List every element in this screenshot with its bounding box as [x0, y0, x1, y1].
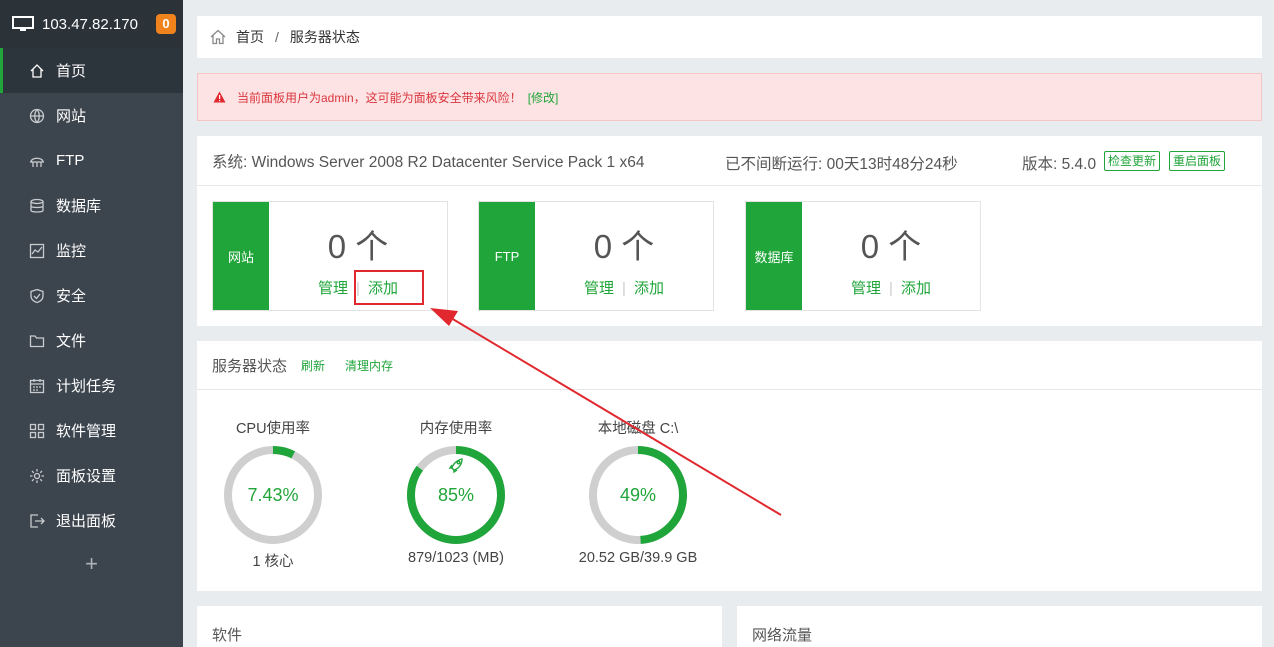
home-icon	[30, 63, 44, 78]
sidebar-item-monitor[interactable]: 监控	[0, 228, 183, 273]
memory-gauge-ring: 85%	[407, 446, 505, 544]
check-update-button[interactable]: 检查更新	[1104, 151, 1161, 171]
version-info: 版本: 5.4.0	[1022, 156, 1097, 173]
sidebar-item-files[interactable]: 文件	[0, 318, 183, 363]
sidebar-item-label: 软件管理	[56, 423, 117, 440]
cpu-gauge-ring: 7.43%	[224, 446, 322, 544]
card-label: 数据库	[746, 202, 802, 310]
security-alert: 当前面板用户为admin，这可能为面板安全带来风险！ [修改]	[197, 73, 1262, 121]
sidebar-item-label: 计划任务	[56, 378, 117, 395]
calendar-icon	[29, 378, 45, 393]
monitor-icon	[12, 16, 34, 31]
overview-header: 系统: Windows Server 2008 R2 Datacenter Se…	[197, 136, 1262, 186]
ftp-count-card: FTP 0 个 管理 | 添加	[478, 201, 714, 311]
annotation-highlight-box	[354, 270, 424, 305]
website-manage-link[interactable]: 管理	[318, 280, 348, 297]
sidebar-item-label: 退出面板	[56, 513, 117, 530]
add-shortcut-button[interactable]: +	[0, 543, 183, 585]
software-panel: 软件	[197, 606, 722, 647]
alert-fix-link[interactable]: [修改]	[528, 89, 559, 106]
cpu-gauge[interactable]: CPU使用率 7.43% 1 核心	[193, 417, 353, 571]
card-count: 0 个	[327, 228, 389, 265]
sidebar-item-website[interactable]: 网站	[0, 93, 183, 138]
sidebar-item-logout[interactable]: 退出面板	[0, 498, 183, 543]
rocket-icon[interactable]	[448, 458, 463, 474]
database-manage-link[interactable]: 管理	[851, 280, 881, 297]
database-count-card: 数据库 0 个 管理 | 添加	[745, 201, 981, 311]
gauge-title: 本地磁盘 C:\	[597, 421, 679, 437]
card-label: 网站	[213, 202, 269, 310]
memory-gauge[interactable]: 内存使用率 85% 879/1023 (MB)	[376, 417, 536, 566]
gauge-value: 49%	[620, 485, 656, 505]
server-status-title: 服务器状态	[212, 357, 288, 375]
sidebar-item-cron[interactable]: 计划任务	[0, 363, 183, 408]
restart-panel-button[interactable]: 重启面板	[1169, 151, 1226, 171]
breadcrumb-separator: /	[275, 29, 279, 45]
ftp-manage-link[interactable]: 管理	[584, 280, 614, 297]
alert-message: 当前面板用户为admin，这可能为面板安全带来风险！	[237, 90, 522, 105]
ftp-icon	[30, 157, 44, 167]
network-panel: 网络流量	[737, 606, 1262, 647]
card-links: 管理 | 添加	[802, 277, 980, 298]
breadcrumb-current: 服务器状态	[289, 29, 360, 45]
grid-icon	[29, 423, 45, 438]
network-title: 网络流量	[752, 627, 813, 644]
gauge-title: CPU使用率	[235, 421, 311, 437]
server-status-panel: 服务器状态 刷新 清理内存 CPU使用率 7.43% 1 核心 内存使用率 85…	[197, 341, 1262, 591]
server-ip: 103.47.82.170	[42, 15, 138, 33]
gauge-detail: 1 核心	[252, 554, 294, 570]
server-header: 103.47.82.170 0	[0, 0, 183, 48]
home-icon[interactable]	[209, 28, 227, 46]
card-links: 管理 | 添加	[535, 277, 713, 298]
gauge-value: 85%	[438, 485, 474, 505]
ftp-add-link[interactable]: 添加	[634, 280, 664, 297]
sidebar-item-database[interactable]: 数据库	[0, 183, 183, 228]
server-status-header: 服务器状态 刷新 清理内存	[197, 341, 1262, 390]
gauge-title: 内存使用率	[419, 421, 493, 437]
sidebar-item-security[interactable]: 安全	[0, 273, 183, 318]
sidebar-item-label: 安全	[56, 288, 87, 305]
clear-memory-link[interactable]: 清理内存	[345, 357, 393, 374]
card-label: FTP	[479, 202, 535, 310]
database-icon	[30, 198, 44, 213]
refresh-link[interactable]: 刷新	[301, 357, 325, 374]
shield-icon	[30, 288, 44, 303]
monitor-chart-icon	[29, 243, 45, 258]
globe-icon	[29, 108, 45, 123]
breadcrumb-home[interactable]: 首页	[236, 27, 264, 47]
sidebar-item-settings[interactable]: 面板设置	[0, 453, 183, 498]
sidebar-item-label: 网站	[56, 108, 87, 125]
link-divider: |	[622, 280, 626, 297]
sidebar-item-label: 面板设置	[56, 468, 117, 485]
sidebar-item-ftp[interactable]: FTP	[0, 138, 183, 183]
sidebar-item-label: 首页	[56, 63, 87, 80]
sidebar-item-software[interactable]: 软件管理	[0, 408, 183, 453]
gear-icon	[30, 468, 44, 483]
logout-icon	[30, 513, 45, 528]
sidebar-item-label: 文件	[56, 333, 87, 350]
disk-gauge[interactable]: 本地磁盘 C:\ 49% 20.52 GB/39.9 GB	[558, 417, 718, 566]
system-info: 系统: Windows Server 2008 R2 Datacenter Se…	[212, 153, 645, 171]
notification-badge[interactable]: 0	[156, 14, 176, 34]
sidebar-item-label: FTP	[56, 152, 85, 169]
gauge-value: 7.43%	[247, 485, 298, 505]
gauge-detail: 20.52 GB/39.9 GB	[578, 550, 698, 566]
sidebar-item-label: 数据库	[56, 198, 102, 215]
card-count: 0 个	[593, 228, 655, 265]
card-count: 0 个	[860, 228, 922, 265]
sidebar-item-home[interactable]: 首页	[0, 48, 183, 93]
database-add-link[interactable]: 添加	[901, 280, 931, 297]
uptime-info: 已不间断运行: 00天13时48分24秒	[725, 156, 958, 173]
warning-icon	[213, 91, 226, 103]
sidebar-item-label: 监控	[56, 243, 87, 260]
disk-gauge-ring: 49%	[589, 446, 687, 544]
breadcrumb: 首页 / 服务器状态	[197, 16, 1262, 58]
link-divider: |	[889, 280, 893, 297]
sidebar: 103.47.82.170 0 首页 网站 FTP 数据库 监控 安全 文件 计…	[0, 0, 183, 647]
software-title: 软件	[212, 627, 243, 644]
gauge-detail: 879/1023 (MB)	[408, 550, 504, 566]
folder-icon	[29, 334, 45, 347]
